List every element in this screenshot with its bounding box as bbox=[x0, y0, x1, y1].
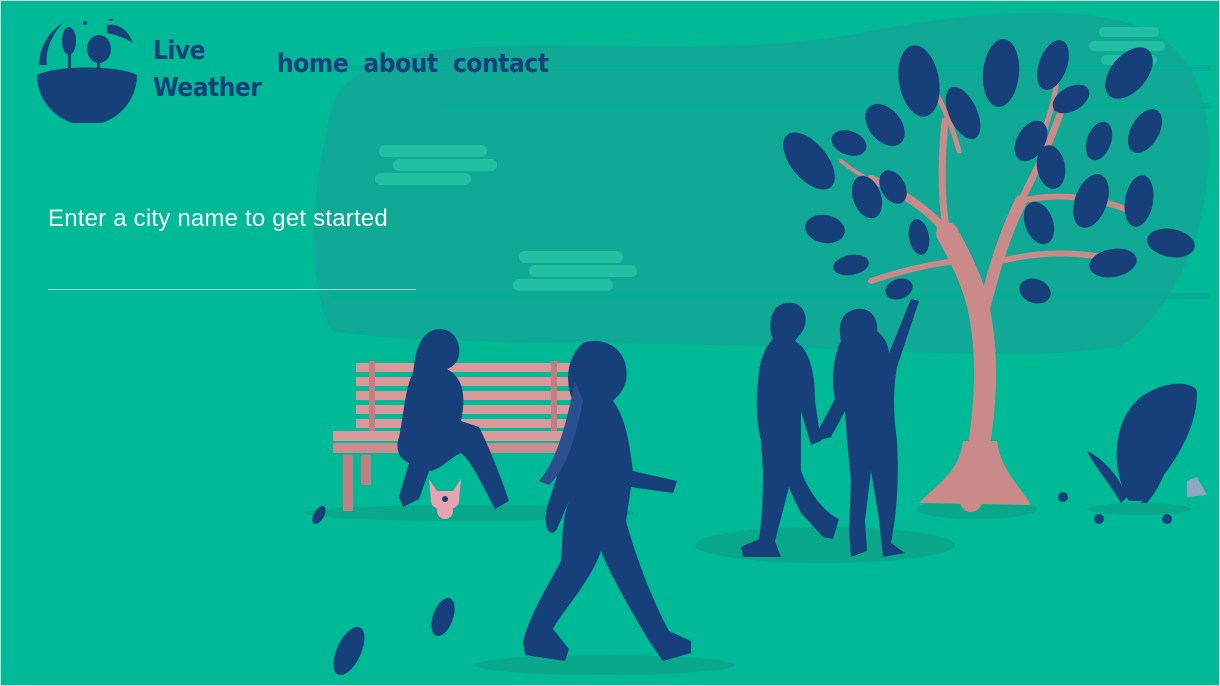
search-prompt: Enter a city name to get started bbox=[48, 205, 388, 232]
nav-contact-link[interactable]: contact bbox=[453, 49, 549, 79]
walking-person bbox=[523, 340, 691, 661]
shadow bbox=[475, 655, 735, 675]
nav-about-link[interactable]: about bbox=[363, 49, 438, 79]
page: Live Weather home about contact Enter a … bbox=[0, 0, 1220, 686]
brand-line-2: Weather bbox=[153, 73, 262, 103]
sky-stripe bbox=[441, 103, 1211, 109]
shadow bbox=[1087, 503, 1191, 515]
tree-base bbox=[919, 441, 1031, 505]
nav-home-link[interactable]: home bbox=[277, 49, 349, 79]
main-nav: home about contact bbox=[277, 49, 549, 79]
brand-name[interactable]: Live Weather bbox=[153, 33, 262, 107]
bush bbox=[1087, 383, 1207, 503]
logo-icon[interactable] bbox=[37, 19, 139, 123]
sky-stripe bbox=[331, 293, 1211, 299]
city-search-input[interactable] bbox=[48, 249, 416, 290]
brand-line-1: Live bbox=[153, 36, 206, 66]
